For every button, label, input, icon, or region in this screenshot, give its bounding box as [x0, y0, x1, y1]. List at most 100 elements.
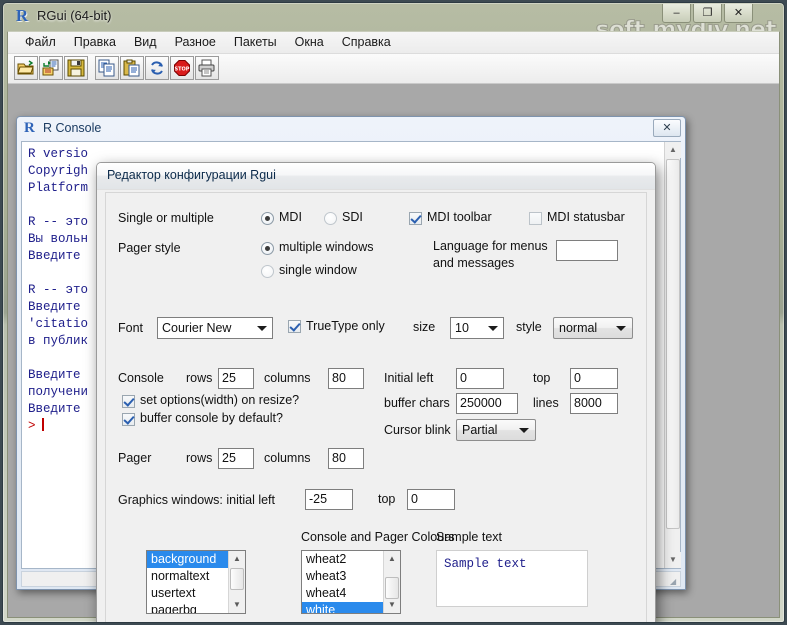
print-icon[interactable] — [195, 56, 219, 80]
menu-misc[interactable]: Разное — [166, 32, 225, 52]
scroll-down-icon[interactable]: ▼ — [229, 597, 245, 613]
console-prompt: > — [28, 419, 36, 433]
pager-rows-label: rows — [186, 451, 213, 465]
radio-mdi[interactable] — [261, 212, 274, 225]
paste-icon[interactable] — [120, 56, 144, 80]
font-size-select[interactable]: 10 — [450, 317, 504, 339]
list-item[interactable]: white — [302, 602, 383, 613]
colour-element-listbox[interactable]: background normaltext usertext pagerbg ▲… — [146, 550, 246, 614]
console-vertical-scrollbar[interactable]: ▲ ▼ — [664, 142, 681, 568]
list-item[interactable]: wheat4 — [302, 585, 383, 602]
copy-icon[interactable] — [95, 56, 119, 80]
scroll-thumb[interactable] — [230, 568, 244, 590]
chevron-down-icon — [519, 428, 529, 433]
style-label: style — [516, 320, 542, 334]
radio-multiple-windows[interactable] — [261, 242, 274, 255]
colour-element-items: background normaltext usertext pagerbg — [147, 551, 228, 613]
list-item[interactable]: wheat2 — [302, 551, 383, 568]
font-style-select[interactable]: normal — [553, 317, 633, 339]
colour-list-scrollbar[interactable]: ▲ ▼ — [383, 551, 400, 613]
scroll-down-icon[interactable]: ▼ — [665, 552, 681, 568]
console-rows-input[interactable]: 25 — [218, 368, 254, 389]
menu-edit[interactable]: Правка — [65, 32, 125, 52]
radio-sdi-label: SDI — [342, 210, 363, 224]
list-item[interactable]: background — [147, 551, 228, 568]
console-title: R Console — [43, 121, 102, 135]
console-close-icon[interactable]: ✕ — [653, 119, 681, 137]
radio-single-window[interactable] — [261, 265, 274, 278]
cursor-blink-select[interactable]: Partial — [456, 419, 536, 441]
dialog-body: Single or multiple MDI SDI MDI toolbar M… — [105, 192, 647, 622]
language-label-line2: and messages — [433, 256, 515, 270]
truetype-only-label: TrueType only — [306, 319, 385, 333]
radio-single-window-label: single window — [279, 263, 357, 277]
scroll-thumb[interactable] — [385, 577, 399, 599]
scroll-thumb[interactable] — [666, 159, 680, 529]
list-item[interactable]: usertext — [147, 585, 228, 602]
close-button[interactable]: ✕ — [724, 4, 753, 23]
scroll-up-icon[interactable]: ▲ — [229, 551, 245, 567]
menu-help[interactable]: Справка — [333, 32, 400, 52]
pager-style-label: Pager style — [118, 241, 181, 255]
checkbox-truetype-only[interactable] — [288, 320, 301, 333]
menu-view[interactable]: Вид — [125, 32, 166, 52]
list-item[interactable]: wheat3 — [302, 568, 383, 585]
cursor-blink-value: Partial — [462, 423, 498, 437]
pager-columns-input[interactable]: 80 — [328, 448, 364, 469]
console-columns-label: columns — [264, 371, 311, 385]
font-select-value: Courier New — [162, 321, 232, 335]
scroll-down-icon[interactable]: ▼ — [384, 597, 400, 613]
svg-text:STOP: STOP — [175, 67, 190, 73]
stop-icon[interactable]: STOP — [170, 56, 194, 80]
scroll-up-icon[interactable]: ▲ — [665, 142, 681, 158]
initial-top-input[interactable]: 0 — [570, 368, 618, 389]
colour-value-items: wheat2 wheat3 wheat4 white — [302, 551, 383, 613]
maximize-button[interactable]: ❐ — [693, 4, 722, 23]
graphics-left-input[interactable]: -25 — [305, 489, 353, 510]
buffer-chars-input[interactable]: 250000 — [456, 393, 518, 414]
checkbox-mdi-toolbar[interactable] — [409, 212, 422, 225]
save-icon[interactable] — [64, 56, 88, 80]
single-or-multiple-label: Single or multiple — [118, 211, 214, 225]
radio-multiple-windows-label: multiple windows — [279, 240, 374, 254]
graphics-top-input[interactable]: 0 — [407, 489, 455, 510]
checkbox-buffer-console[interactable] — [122, 413, 135, 426]
language-label-line1: Language for menus — [433, 239, 548, 253]
mdi-statusbar-label: MDI statusbar — [547, 210, 625, 224]
colour-value-listbox[interactable]: wheat2 wheat3 wheat4 white ▲ ▼ — [301, 550, 401, 614]
set-options-width-label: set options(width) on resize? — [140, 393, 300, 407]
initial-top-label: top — [533, 371, 551, 385]
language-input[interactable] — [556, 240, 618, 261]
colours-section-title: Console and Pager Colours — [301, 530, 455, 544]
console-columns-input[interactable]: 80 — [328, 368, 364, 389]
radio-sdi[interactable] — [324, 212, 337, 225]
list-item[interactable]: pagerbg — [147, 602, 228, 613]
pager-rows-input[interactable]: 25 — [218, 448, 254, 469]
mdi-workspace: R R Console ✕ R versio Copyrigh Platform R… — [8, 84, 779, 622]
sample-text: Sample text — [444, 557, 527, 571]
open-folder-icon[interactable] — [14, 56, 38, 80]
initial-left-input[interactable]: 0 — [456, 368, 504, 389]
menu-file[interactable]: Файл — [16, 32, 65, 52]
font-select[interactable]: Courier New — [157, 317, 273, 339]
client-area: Файл Правка Вид Разное Пакеты Окна Справка STO… — [7, 31, 780, 622]
menu-packages[interactable]: Пакеты — [225, 32, 286, 52]
checkbox-set-options-width[interactable] — [122, 395, 135, 408]
menu-windows[interactable]: Окна — [286, 32, 333, 52]
dialog-title: Редактор конфигурации Rgui — [107, 168, 276, 182]
refresh-icon[interactable] — [145, 56, 169, 80]
list-item[interactable]: normaltext — [147, 568, 228, 585]
title-bar: R RGui (64-bit) soft.mydiv.net – ❐ ✕ — [3, 3, 784, 44]
console-rows-label: rows — [186, 371, 213, 385]
size-label: size — [413, 320, 436, 334]
chevron-down-icon — [616, 326, 626, 331]
buffer-lines-input[interactable]: 8000 — [570, 393, 618, 414]
scroll-up-icon[interactable]: ▲ — [384, 551, 400, 567]
element-list-scrollbar[interactable]: ▲ ▼ — [228, 551, 245, 613]
resize-grip-icon[interactable]: ◢ — [670, 576, 682, 588]
minimize-button[interactable]: – — [662, 4, 691, 23]
console-line: R versio — [28, 147, 89, 161]
open-in-editor-icon[interactable] — [39, 56, 63, 80]
rgui-main-window: R RGui (64-bit) soft.mydiv.net – ❐ ✕ Фай… — [2, 2, 785, 623]
checkbox-mdi-statusbar[interactable] — [529, 212, 542, 225]
